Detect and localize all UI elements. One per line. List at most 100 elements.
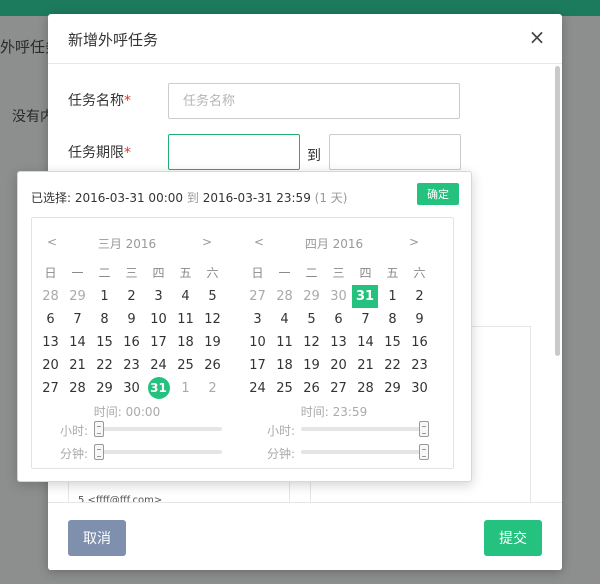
day-cell[interactable]: 18 xyxy=(172,331,199,354)
day-cell[interactable]: 3 xyxy=(244,308,271,331)
day-cell[interactable]: 24 xyxy=(145,354,172,377)
day-cell[interactable]: 14 xyxy=(64,331,91,354)
day-cell[interactable]: 27 xyxy=(325,377,352,400)
day-cell[interactable]: 20 xyxy=(325,354,352,377)
day-cell[interactable]: 28 xyxy=(352,377,379,400)
day-cell[interactable]: 13 xyxy=(325,331,352,354)
day-cell[interactable]: 2 xyxy=(406,285,433,308)
day-cell[interactable]: 17 xyxy=(244,354,271,377)
day-cell[interactable]: 27 xyxy=(37,377,64,400)
weekday-header: 二 xyxy=(98,266,111,280)
day-cell[interactable]: 28 xyxy=(64,377,91,400)
day-cell[interactable]: 12 xyxy=(199,308,226,331)
day-cell[interactable]: 21 xyxy=(64,354,91,377)
day-cell[interactable]: 26 xyxy=(298,377,325,400)
day-cell[interactable]: 6 xyxy=(325,308,352,331)
day-cell[interactable]: 25 xyxy=(271,377,298,400)
day-cell[interactable]: 29 xyxy=(379,377,406,400)
calendar-panel: 三月 2016 < > 日一二三四五六 28 29 1 2 3 4 5 6 7 8 9 10 11 12 13… xyxy=(31,217,454,469)
prev-month-button[interactable]: < xyxy=(47,235,57,249)
day-cell[interactable]: 13 xyxy=(37,331,64,354)
day-cell[interactable]: 9 xyxy=(406,308,433,331)
selected-day[interactable]: 31 xyxy=(147,377,170,399)
minute-slider-track[interactable] xyxy=(94,450,222,454)
day-cell[interactable]: 20 xyxy=(37,354,64,377)
calendar-march: 三月 2016 < > 日一二三四五六 28 29 1 2 3 4 5 6 7 8 9 10 11 12 13… xyxy=(32,218,222,468)
to-text: 到 xyxy=(307,148,321,164)
day-cell[interactable]: 26 xyxy=(199,354,226,377)
confirm-button[interactable]: 确定 xyxy=(417,183,459,205)
day-cell[interactable]: 16 xyxy=(406,331,433,354)
day-cell[interactable]: 11 xyxy=(271,331,298,354)
next-month-button[interactable]: > xyxy=(409,235,419,249)
day-cell[interactable]: 5 xyxy=(298,308,325,331)
day-cell[interactable]: 30 xyxy=(118,377,145,400)
start-date-input[interactable] xyxy=(168,134,300,170)
month-title: 四月 2016 xyxy=(304,237,364,251)
day-cell[interactable]: 6 xyxy=(37,308,64,331)
task-name-input[interactable] xyxy=(168,83,460,119)
end-date-input[interactable] xyxy=(329,134,461,170)
hour-slider-handle[interactable] xyxy=(419,421,429,437)
hour-slider-handle[interactable] xyxy=(94,421,104,437)
day-cell[interactable]: 18 xyxy=(271,354,298,377)
date-range-picker: 已选择: 2016-03-31 00:00 到 2016-03-31 23:59… xyxy=(17,171,472,482)
day-cell[interactable]: 10 xyxy=(145,308,172,331)
day-cell[interactable]: 8 xyxy=(379,308,406,331)
day-cell[interactable]: 8 xyxy=(91,308,118,331)
day-cell[interactable]: 12 xyxy=(298,331,325,354)
day-cell[interactable]: 4 xyxy=(271,308,298,331)
day-cell[interactable]: 4 xyxy=(172,285,199,308)
day-cell[interactable]: 3 xyxy=(145,285,172,308)
day-cell[interactable]: 29 xyxy=(91,377,118,400)
day-cell[interactable]: 30 xyxy=(325,285,352,308)
day-cell[interactable]: 7 xyxy=(64,308,91,331)
day-cell[interactable]: 30 xyxy=(406,377,433,400)
day-cell[interactable]: 29 xyxy=(64,285,91,308)
minute-slider-handle[interactable] xyxy=(94,444,104,460)
submit-button[interactable]: 提交 xyxy=(484,520,542,556)
end-time: 时间: 23:59 xyxy=(300,405,368,419)
day-cell[interactable]: 15 xyxy=(91,331,118,354)
hour-slider-track[interactable] xyxy=(301,427,429,431)
day-cell[interactable]: 19 xyxy=(199,331,226,354)
day-cell[interactable]: 24 xyxy=(244,377,271,400)
day-cell[interactable]: 31 xyxy=(352,285,378,308)
day-cell[interactable]: 11 xyxy=(172,308,199,331)
day-cell[interactable]: 22 xyxy=(91,354,118,377)
minute-slider-track[interactable] xyxy=(301,450,429,454)
day-cell[interactable]: 16 xyxy=(118,331,145,354)
next-month-button[interactable]: > xyxy=(202,235,212,249)
scrollbar[interactable] xyxy=(555,66,560,356)
day-cell[interactable]: 10 xyxy=(244,331,271,354)
day-cell[interactable]: 5 xyxy=(199,285,226,308)
day-cell[interactable]: 17 xyxy=(145,331,172,354)
day-cell[interactable]: 22 xyxy=(379,354,406,377)
minute-slider-handle[interactable] xyxy=(419,444,429,460)
day-cell[interactable]: 25 xyxy=(172,354,199,377)
day-cell[interactable]: 1 xyxy=(172,377,199,400)
day-cell[interactable]: 31 xyxy=(145,377,172,400)
day-cell[interactable]: 2 xyxy=(118,285,145,308)
prev-month-button[interactable]: < xyxy=(254,235,264,249)
day-cell[interactable]: 21 xyxy=(352,354,379,377)
hour-slider-track[interactable] xyxy=(94,427,222,431)
day-cell[interactable]: 14 xyxy=(352,331,379,354)
day-cell[interactable]: 28 xyxy=(271,285,298,308)
day-cell[interactable]: 9 xyxy=(118,308,145,331)
day-cell[interactable]: 29 xyxy=(298,285,325,308)
cancel-button[interactable]: 取消 xyxy=(68,520,126,556)
weekday-header: 五 xyxy=(179,266,192,280)
close-icon[interactable]: × xyxy=(526,26,548,48)
day-cell[interactable]: 1 xyxy=(379,285,406,308)
day-cell[interactable]: 19 xyxy=(298,354,325,377)
day-grid: 日一二三四五六 28 29 1 2 3 4 5 6 7 8 9 10 11 12 13 14 15 16 17 18 19… xyxy=(37,262,226,400)
day-cell[interactable]: 27 xyxy=(244,285,271,308)
day-cell[interactable]: 23 xyxy=(406,354,433,377)
day-cell[interactable]: 7 xyxy=(352,308,379,331)
day-cell[interactable]: 15 xyxy=(379,331,406,354)
day-cell[interactable]: 1 xyxy=(91,285,118,308)
day-cell[interactable]: 28 xyxy=(37,285,64,308)
day-cell[interactable]: 23 xyxy=(118,354,145,377)
day-cell[interactable]: 2 xyxy=(199,377,226,400)
